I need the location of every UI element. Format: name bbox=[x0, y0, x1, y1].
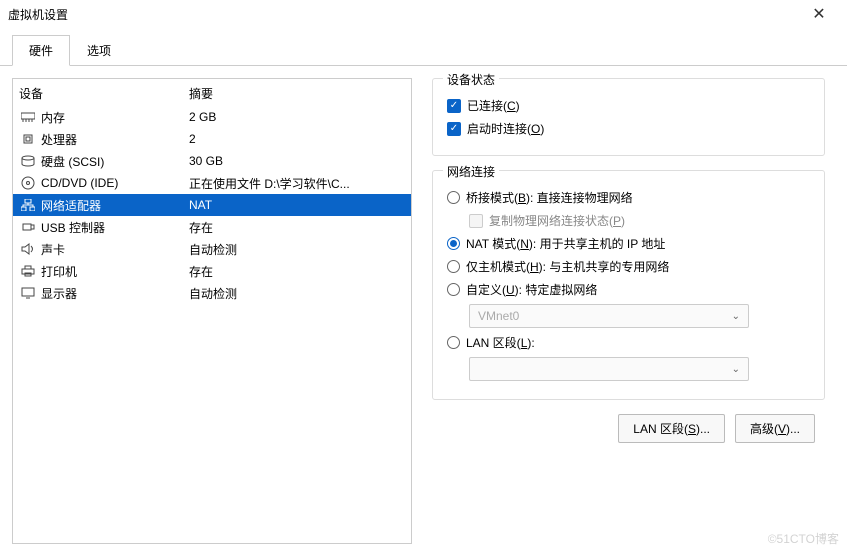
network-icon bbox=[19, 197, 37, 213]
display-icon bbox=[19, 285, 37, 301]
detail-panel: 设备状态 ✓ 已连接(C) ✓ 启动时连接(O) 网络连接 桥接模式(B): 直… bbox=[432, 78, 835, 544]
device-name: 处理器 bbox=[41, 131, 189, 148]
device-row-usb[interactable]: USB 控制器 存在 bbox=[13, 216, 411, 238]
device-row-cd[interactable]: CD/DVD (IDE) 正在使用文件 D:\学习软件\C... bbox=[13, 172, 411, 194]
device-list-header: 设备 摘要 bbox=[13, 79, 411, 106]
host-radio[interactable] bbox=[447, 260, 460, 273]
connect-on-row[interactable]: ✓ 启动时连接(O) bbox=[447, 120, 810, 137]
device-summary: 存在 bbox=[189, 219, 405, 236]
custom-label: 自定义(U): 特定虚拟网络 bbox=[466, 281, 597, 298]
host-label: 仅主机模式(H): 与主机共享的专用网络 bbox=[466, 258, 669, 275]
device-row-printer[interactable]: 打印机 存在 bbox=[13, 260, 411, 282]
device-summary: 自动检测 bbox=[189, 285, 405, 302]
device-row-cpu[interactable]: 处理器 2 bbox=[13, 128, 411, 150]
col-device: 设备 bbox=[19, 85, 189, 102]
connected-label: 已连接(C) bbox=[467, 97, 520, 114]
usb-icon bbox=[19, 219, 37, 235]
custom-row[interactable]: 自定义(U): 特定虚拟网络 bbox=[447, 281, 810, 298]
device-row-memory[interactable]: 内存 2 GB bbox=[13, 106, 411, 128]
tab-hardware[interactable]: 硬件 bbox=[12, 35, 70, 66]
printer-icon bbox=[19, 263, 37, 279]
bridge-radio[interactable] bbox=[447, 191, 460, 204]
tab-strip: 硬件 选项 bbox=[0, 28, 847, 66]
bridge-label: 桥接模式(B): 直接连接物理网络 bbox=[466, 189, 633, 206]
device-list-panel: 设备 摘要 内存 2 GB 处理器 2 硬盘 (SCSI) 30 GB CD/D… bbox=[12, 78, 412, 544]
chevron-down-icon: ⌄ bbox=[732, 364, 740, 375]
host-row[interactable]: 仅主机模式(H): 与主机共享的专用网络 bbox=[447, 258, 810, 275]
cd-icon bbox=[19, 175, 37, 191]
vmnet-value: VMnet0 bbox=[478, 309, 519, 323]
device-name: 硬盘 (SCSI) bbox=[41, 153, 189, 170]
disk-icon bbox=[19, 153, 37, 169]
lan-label: LAN 区段(L): bbox=[466, 334, 535, 351]
memory-icon bbox=[19, 109, 37, 125]
network-connection-group: 网络连接 桥接模式(B): 直接连接物理网络 复制物理网络连接状态(P) NAT… bbox=[432, 170, 825, 400]
custom-radio[interactable] bbox=[447, 283, 460, 296]
close-icon[interactable]: ✕ bbox=[799, 4, 839, 24]
content-area: 设备 摘要 内存 2 GB 处理器 2 硬盘 (SCSI) 30 GB CD/D… bbox=[0, 66, 847, 556]
replicate-checkbox bbox=[469, 214, 483, 228]
cpu-icon bbox=[19, 131, 37, 147]
button-row: LAN 区段(S)... 高级(V)... bbox=[432, 414, 825, 443]
device-name: CD/DVD (IDE) bbox=[41, 176, 189, 190]
device-row-network[interactable]: 网络适配器 NAT bbox=[13, 194, 411, 216]
watermark: ©51CTO博客 bbox=[768, 530, 839, 547]
lan-segments-button[interactable]: LAN 区段(S)... bbox=[618, 414, 725, 443]
device-name: USB 控制器 bbox=[41, 219, 189, 236]
nat-label: NAT 模式(N): 用于共享主机的 IP 地址 bbox=[466, 235, 665, 252]
device-status-group: 设备状态 ✓ 已连接(C) ✓ 启动时连接(O) bbox=[432, 78, 825, 156]
device-summary: 30 GB bbox=[189, 154, 405, 168]
device-summary: 存在 bbox=[189, 263, 405, 280]
device-row-sound[interactable]: 声卡 自动检测 bbox=[13, 238, 411, 260]
device-summary: 自动检测 bbox=[189, 241, 405, 258]
status-title: 设备状态 bbox=[443, 71, 499, 88]
lan-combo: ⌄ bbox=[469, 357, 749, 381]
lan-row[interactable]: LAN 区段(L): bbox=[447, 334, 810, 351]
sound-icon bbox=[19, 241, 37, 257]
device-summary: 2 GB bbox=[189, 110, 405, 124]
device-row-display[interactable]: 显示器 自动检测 bbox=[13, 282, 411, 304]
replicate-row: 复制物理网络连接状态(P) bbox=[469, 212, 810, 229]
advanced-button[interactable]: 高级(V)... bbox=[735, 414, 815, 443]
device-name: 打印机 bbox=[41, 263, 189, 280]
nat-radio[interactable] bbox=[447, 237, 460, 250]
window-title: 虚拟机设置 bbox=[8, 6, 799, 23]
device-row-disk[interactable]: 硬盘 (SCSI) 30 GB bbox=[13, 150, 411, 172]
replicate-label: 复制物理网络连接状态(P) bbox=[489, 212, 625, 229]
device-summary: NAT bbox=[189, 198, 405, 212]
connected-row[interactable]: ✓ 已连接(C) bbox=[447, 97, 810, 114]
connected-checkbox[interactable]: ✓ bbox=[447, 99, 461, 113]
nat-row[interactable]: NAT 模式(N): 用于共享主机的 IP 地址 bbox=[447, 235, 810, 252]
device-name: 显示器 bbox=[41, 285, 189, 302]
device-name: 声卡 bbox=[41, 241, 189, 258]
lan-radio[interactable] bbox=[447, 336, 460, 349]
device-summary: 2 bbox=[189, 132, 405, 146]
device-summary: 正在使用文件 D:\学习软件\C... bbox=[189, 175, 405, 192]
title-bar: 虚拟机设置 ✕ bbox=[0, 0, 847, 28]
bridge-row[interactable]: 桥接模式(B): 直接连接物理网络 bbox=[447, 189, 810, 206]
connect-on-checkbox[interactable]: ✓ bbox=[447, 122, 461, 136]
chevron-down-icon: ⌄ bbox=[732, 311, 740, 322]
connect-on-label: 启动时连接(O) bbox=[467, 120, 544, 137]
tab-options[interactable]: 选项 bbox=[70, 35, 128, 66]
device-name: 网络适配器 bbox=[41, 197, 189, 214]
net-title: 网络连接 bbox=[443, 163, 499, 180]
col-summary: 摘要 bbox=[189, 85, 213, 102]
device-name: 内存 bbox=[41, 109, 189, 126]
vmnet-combo: VMnet0 ⌄ bbox=[469, 304, 749, 328]
